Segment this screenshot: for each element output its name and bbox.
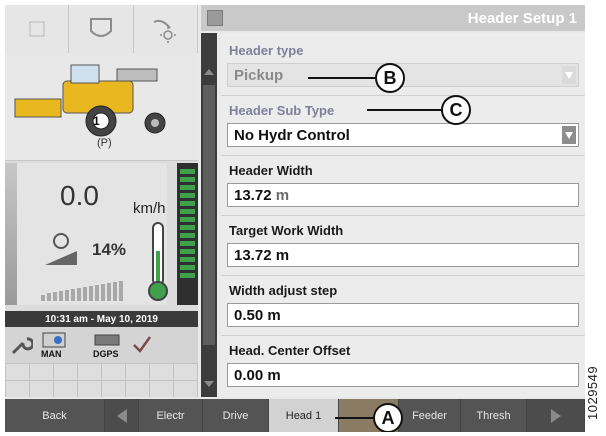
target-work-width-value: 13.72 [234,247,272,264]
width-adjust-step-input[interactable]: 0.50 m [227,303,579,327]
target-work-width-unit: m [275,247,290,264]
header-setup-panel: Header type Pickup Header Sub Type No Hy… [221,33,585,397]
scrollbar-thumb[interactable] [203,85,215,345]
blank-status-icon [29,21,45,37]
page-title: Header Setup 1 [467,10,577,27]
callout-b: B [375,63,405,93]
satellite-icon [94,334,120,346]
target-work-width-input[interactable]: 13.72 m [227,243,579,267]
callout-a-line [335,417,373,419]
tab-next-arrow[interactable] [527,399,585,432]
tab-electr[interactable]: Electr [139,399,203,432]
status-cell-1[interactable] [5,5,70,53]
scroll-up-button[interactable] [201,63,217,81]
divider [221,95,585,96]
dropdown-arrow-icon [562,66,576,84]
scrollbar[interactable] [201,33,217,397]
divider [221,275,585,276]
level-segment [180,209,195,214]
tab-prev-arrow[interactable] [105,399,139,432]
speed-value: 0.0 [60,180,99,211]
status-panel: 1 (P) 0.0 km/h 14% 10:31 am - May 10, 20… [5,5,198,397]
arrow-right-icon [550,408,561,423]
tab-thresh[interactable]: Thresh [461,399,527,432]
park-brake-indicator: (P) [97,137,112,149]
display-screen: 1 (P) 0.0 km/h 14% 10:31 am - May 10, 20… [5,5,585,432]
head-center-offset-label: Head. Center Offset [229,343,351,358]
date-time: 10:31 am - May 10, 2019 [5,311,198,327]
header-width-value: 13.72 [234,187,272,204]
callout-a: A [373,403,403,432]
level-segment [180,185,195,190]
level-segment [180,169,195,174]
arrow-left-icon [116,408,127,423]
reference-number: 1029549 [585,365,600,420]
divider [221,335,585,336]
level-segment [180,257,195,262]
screen-icon [207,10,223,26]
header-sub-type-value: No Hydr Control [234,127,350,144]
target-work-width-label: Target Work Width [229,223,344,238]
dgps-badge: DGPS [93,349,119,359]
divider [221,215,585,216]
tab-drive[interactable]: Drive [203,399,269,432]
level-segment [180,233,195,238]
header-width-unit: m [275,187,290,204]
divider [221,155,585,156]
width-adjust-step-unit: m [267,307,281,324]
head-center-offset-value: 0.00 [234,367,264,384]
top-icon-row [5,5,198,54]
gear-indicator: 1 [93,114,100,128]
header-sub-type-select[interactable]: No Hydr Control [227,123,579,147]
callout-c-line [367,109,441,111]
manual-mode-icon [42,332,66,348]
level-segment [180,273,195,278]
bottom-tab-bar: Back Electr Drive Head 1 Feeder Thresh [5,399,585,432]
level-segment [180,217,195,222]
scroll-down-button[interactable] [201,375,217,393]
check-icon [133,336,152,353]
level-segment [180,249,195,254]
width-adjust-step-label: Width adjust step [229,283,338,298]
level-segment [180,241,195,246]
wrench-icon[interactable] [9,335,33,357]
chevron-down-icon [204,381,214,387]
tab-feeder[interactable]: Feeder [399,399,461,432]
status-grid [5,363,198,397]
head-center-offset-input[interactable]: 0.00 m [227,363,579,387]
status-cell-3[interactable] [134,5,198,53]
status-badge-row: MAN DGPS [5,327,198,363]
chevron-up-icon [204,69,214,75]
header-width-input[interactable]: 13.72 m [227,183,579,207]
dropdown-arrow-icon[interactable] [562,126,576,144]
head-center-offset-unit: m [267,367,281,384]
level-segment [180,265,195,270]
status-cell-2[interactable] [69,5,134,53]
title-bar: Header Setup 1 [201,5,585,31]
man-badge: MAN [41,349,62,359]
width-adjust-step-value: 0.50 [234,307,264,324]
fuel-level-graph [41,281,123,301]
shield-icon [89,18,112,37]
level-segment [180,225,195,230]
level-segment [180,201,195,206]
tab-back[interactable]: Back [5,399,105,432]
level-segment [180,177,195,182]
engine-load-icon [45,233,77,265]
callout-c: C [441,95,471,125]
combine-icon [14,64,166,137]
engine-load-percent: 14% [92,240,127,259]
callout-b-line [308,77,375,79]
left-level-bar [5,163,17,305]
speed-unit: km/h [133,200,166,217]
light-sun-icon [153,19,177,43]
header-type-value: Pickup [234,67,284,84]
thermometer-icon [148,222,168,301]
header-width-label: Header Width [229,163,313,178]
tab-head-1[interactable]: Head 1 [269,399,339,432]
level-segment [180,193,195,198]
header-type-label: Header type [229,43,304,58]
right-level-bar [177,163,198,305]
header-sub-type-label: Header Sub Type [229,103,335,118]
